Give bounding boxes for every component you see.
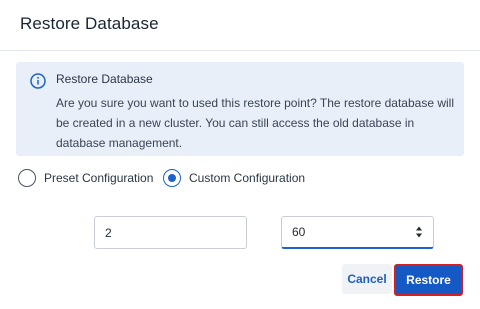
info-circle-icon — [30, 73, 46, 89]
restore-button[interactable]: Restore — [394, 264, 463, 296]
alert-message: Are you sure you want to used this resto… — [56, 96, 454, 150]
second-value-field[interactable] — [281, 216, 434, 249]
dialog-header: Restore Database — [0, 0, 480, 51]
custom-configuration-option[interactable]: Custom Configuration — [163, 168, 305, 188]
custom-configuration-radio[interactable] — [163, 169, 181, 187]
first-value-field[interactable] — [94, 216, 247, 249]
preset-configuration-option[interactable]: Preset Configuration — [18, 168, 153, 188]
first-value-input[interactable] — [95, 217, 246, 248]
dialog-title: Restore Database — [20, 14, 159, 33]
custom-configuration-label: Custom Configuration — [189, 171, 306, 185]
number-spinner-icon[interactable] — [415, 225, 423, 239]
preset-configuration-label: Preset Configuration — [44, 171, 154, 185]
restore-database-dialog: Restore Database Restore Database Are yo… — [0, 0, 480, 309]
preset-configuration-radio[interactable] — [18, 169, 36, 187]
alert-title: Restore Database — [56, 72, 153, 86]
second-value-input[interactable] — [282, 217, 433, 247]
info-alert: Restore Database Are you sure you want t… — [16, 62, 464, 156]
cancel-button[interactable]: Cancel — [342, 264, 392, 294]
